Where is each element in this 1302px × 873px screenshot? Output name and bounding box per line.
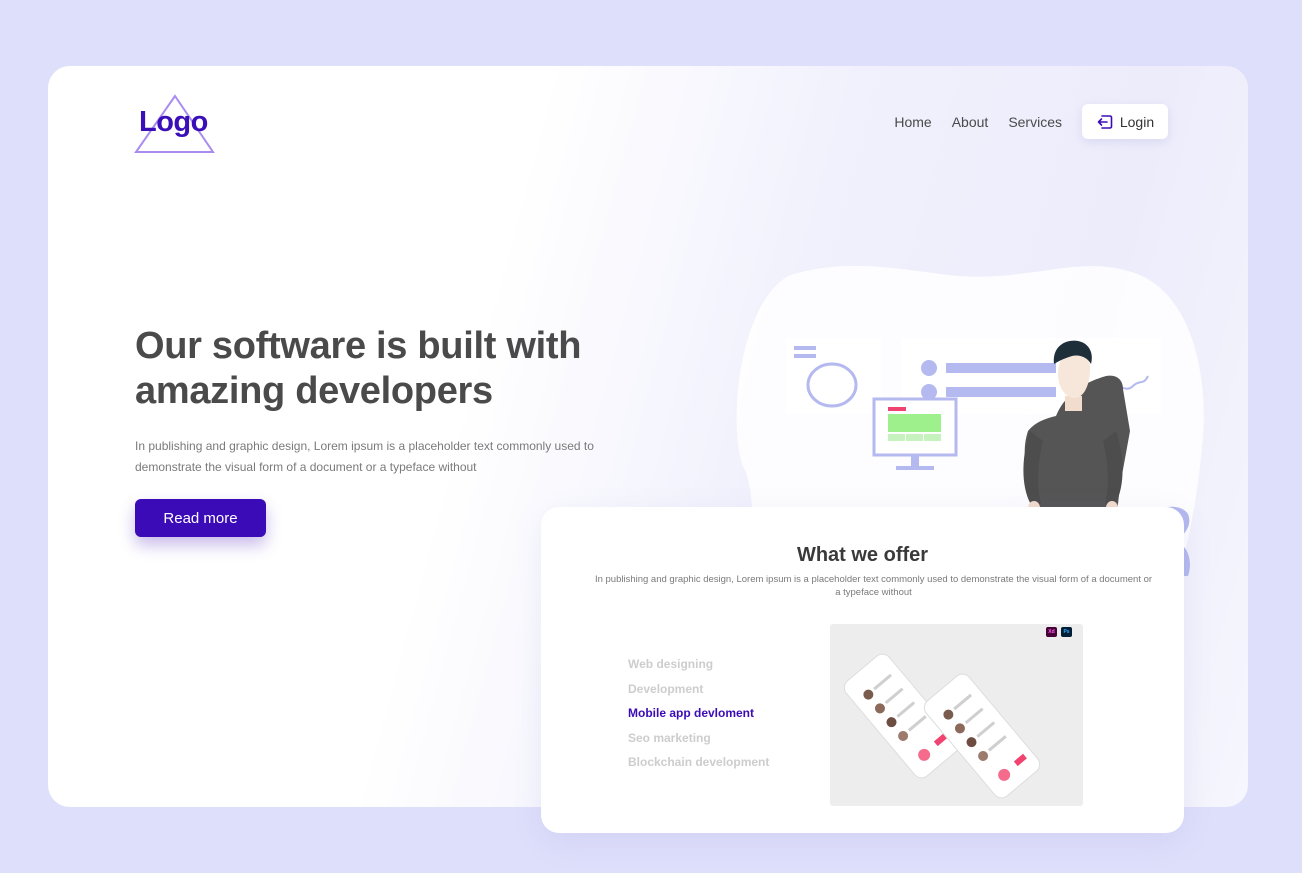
hero-title: Our software is built with amazing devel…	[135, 324, 655, 414]
nav-about[interactable]: About	[952, 114, 989, 130]
login-button[interactable]: Login	[1082, 104, 1168, 139]
xd-badge-icon: Xd	[1046, 627, 1057, 637]
mobile-app-mockup: Xd Ps	[830, 624, 1083, 806]
logo[interactable]: Logo	[134, 94, 216, 156]
services-list: Web designing Development Mobile app dev…	[628, 657, 769, 780]
login-label: Login	[1119, 113, 1155, 130]
top-nav: Home About Services Login	[894, 104, 1168, 139]
service-web-designing[interactable]: Web designing	[628, 657, 769, 682]
nav-home[interactable]: Home	[894, 114, 931, 130]
offer-description: In publishing and graphic design, Lorem …	[594, 574, 1153, 598]
read-more-button[interactable]: Read more	[135, 499, 266, 537]
ps-badge-icon: Ps	[1061, 627, 1072, 637]
hero-description: In publishing and graphic design, Lorem …	[135, 439, 594, 474]
hero-title-line1: Our software is built with	[135, 325, 582, 367]
login-icon	[1097, 114, 1113, 129]
what-we-offer-card: What we offer In publishing and graphic …	[541, 507, 1184, 833]
service-seo-marketing[interactable]: Seo marketing	[628, 731, 769, 756]
hero-title-line2: amazing developers	[135, 370, 493, 412]
service-development[interactable]: Development	[628, 682, 769, 707]
service-mobile-app-development[interactable]: Mobile app devloment	[628, 706, 769, 731]
offer-title: What we offer	[796, 544, 929, 566]
phone-mockups-icon	[843, 653, 1041, 799]
logo-text: Logo	[139, 106, 208, 138]
nav-services[interactable]: Services	[1008, 114, 1062, 130]
service-blockchain-development[interactable]: Blockchain development	[628, 755, 769, 780]
